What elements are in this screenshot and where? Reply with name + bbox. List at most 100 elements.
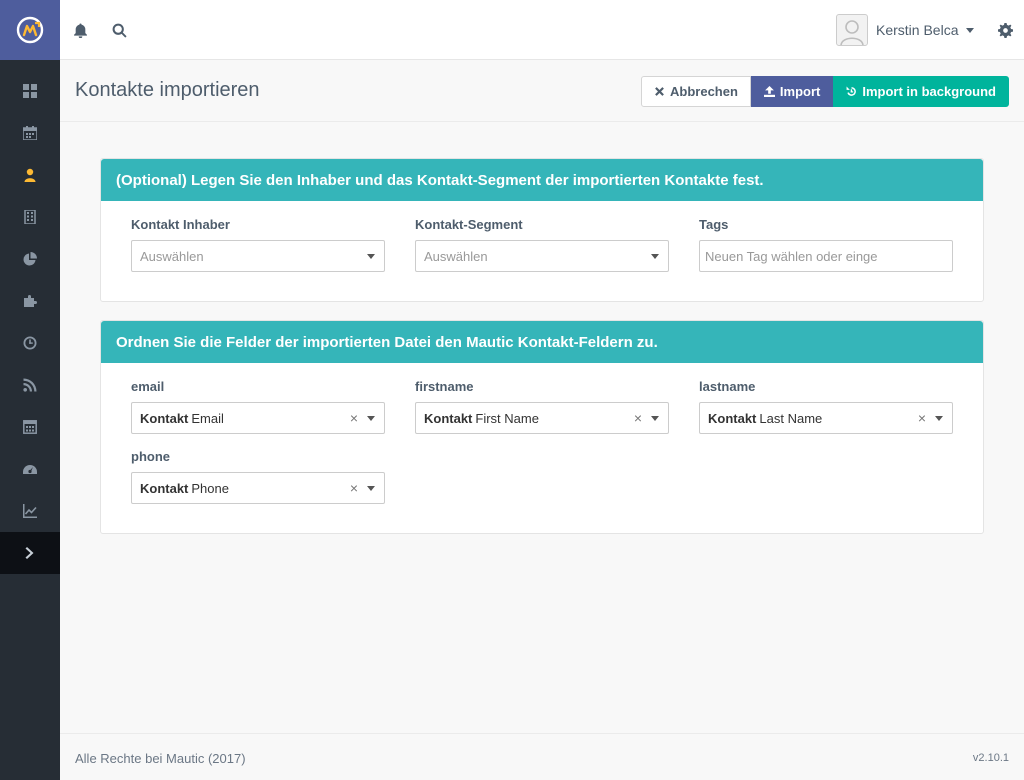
clock-icon [23, 336, 37, 350]
tags-input[interactable]: Neuen Tag wählen oder einge [699, 240, 953, 272]
puzzle-icon [24, 295, 37, 307]
sidebar-item-calendar[interactable] [0, 112, 60, 154]
owner-label: Kontakt Inhaber [131, 217, 230, 232]
sidebar-item-components[interactable] [0, 280, 60, 322]
notifications-button[interactable] [70, 20, 90, 40]
selected-value: Email [191, 410, 224, 426]
selected-value: First Name [475, 410, 539, 426]
sidebar-item-history[interactable] [0, 322, 60, 364]
option-group: Kontakt [140, 480, 189, 496]
sidebar-item-stats[interactable] [0, 490, 60, 532]
dropdown-arrow-icon [651, 416, 659, 421]
clear-icon[interactable]: × [350, 411, 358, 425]
close-icon [655, 87, 664, 96]
search-icon [112, 23, 127, 38]
dropdown-arrow-icon [935, 416, 943, 421]
footer-copyright: Alle Rechte bei Mautic (2017) [75, 751, 246, 766]
dashboard-icon [23, 84, 37, 98]
option-group: Kontakt [140, 410, 189, 426]
mapping-select-firstname[interactable]: Kontakt First Name × [415, 402, 669, 434]
chevron-right-icon [25, 547, 34, 559]
sidebar-item-contacts[interactable] [0, 154, 60, 196]
sidebar-item-dashboard[interactable] [0, 70, 60, 112]
avatar-placeholder-icon [840, 20, 864, 45]
gear-icon [997, 22, 1013, 38]
history-icon [846, 86, 857, 96]
sidebar-item-reports[interactable] [0, 238, 60, 280]
sidebar-item-channels[interactable] [0, 364, 60, 406]
cancel-button-label: Abbrechen [670, 84, 738, 99]
mapping-select-email[interactable]: Kontakt Email × [131, 402, 385, 434]
tags-field: Tags Neuen Tag wählen oder einge [699, 217, 953, 272]
tags-placeholder: Neuen Tag wählen oder einge [705, 248, 878, 264]
dropdown-arrow-icon [651, 254, 659, 259]
mapping-field-email: email Kontakt Email × [131, 379, 385, 434]
segment-label: Kontakt-Segment [415, 217, 523, 232]
sidebar-item-points[interactable] [0, 448, 60, 490]
cancel-button[interactable]: Abbrechen [641, 76, 751, 107]
avatar [836, 14, 868, 46]
sidebar-nav [0, 60, 60, 574]
mapping-field-firstname: firstname Kontakt First Name × [415, 379, 669, 434]
user-icon [24, 168, 36, 182]
mautic-logo-icon [16, 16, 44, 44]
owner-placeholder: Auswählen [140, 248, 204, 264]
dropdown-arrow-icon [367, 416, 375, 421]
page-header: Kontakte importieren Abbrechen Import Im… [60, 60, 1024, 122]
dropdown-arrow-icon [367, 486, 375, 491]
clear-icon[interactable]: × [350, 481, 358, 495]
search-button[interactable] [109, 20, 129, 40]
sidebar-item-companies[interactable] [0, 196, 60, 238]
mapping-select-lastname[interactable]: Kontakt Last Name × [699, 402, 953, 434]
dropdown-arrow-icon [367, 254, 375, 259]
segment-field: Kontakt-Segment Auswählen [415, 217, 669, 272]
clear-icon[interactable]: × [918, 411, 926, 425]
import-button-label: Import [779, 84, 821, 99]
owner-panel-heading: (Optional) Legen Sie den Inhaber und das… [101, 159, 983, 201]
building-icon [24, 210, 36, 224]
sidebar [0, 0, 60, 780]
selected-value: Last Name [759, 410, 823, 426]
footer: Alle Rechte bei Mautic (2017) v2.10.1 [60, 733, 1024, 780]
segment-placeholder: Auswählen [424, 248, 488, 264]
bell-icon [73, 23, 87, 38]
mapping-field-lastname: lastname Kontakt Last Name × [699, 379, 953, 434]
option-group: Kontakt [424, 410, 473, 426]
caret-down-icon [966, 27, 975, 33]
gauge-icon [23, 465, 37, 474]
sidebar-item-calculator[interactable] [0, 406, 60, 448]
owner-select[interactable]: Auswählen [131, 240, 385, 272]
user-name: Kerstin Belca [876, 22, 959, 38]
tags-label: Tags [699, 217, 729, 232]
owner-segment-panel: (Optional) Legen Sie den Inhaber und das… [100, 158, 984, 302]
mapping-field-phone: phone Kontakt Phone × [131, 449, 385, 504]
mapping-select-phone[interactable]: Kontakt Phone × [131, 472, 385, 504]
mapping-panel-heading: Ordnen Sie die Felder der importierten D… [101, 321, 983, 363]
import-background-button-label: Import in background [862, 84, 996, 99]
option-group: Kontakt [708, 410, 757, 426]
calculator-icon [23, 420, 37, 434]
user-menu[interactable]: Kerstin Belca [836, 14, 975, 46]
line-chart-icon [23, 504, 37, 518]
field-mapping-panel: Ordnen Sie die Felder der importierten D… [100, 320, 984, 534]
footer-version: v2.10.1 [972, 752, 1009, 764]
calendar-icon [23, 126, 37, 140]
rss-icon [23, 378, 37, 392]
selected-value: Phone [191, 480, 229, 496]
pie-chart-icon [23, 252, 37, 266]
page-title: Kontakte importieren [75, 79, 260, 101]
owner-field: Kontakt Inhaber Auswählen [131, 217, 385, 272]
clear-icon[interactable]: × [634, 411, 642, 425]
settings-button[interactable] [995, 20, 1015, 40]
import-button[interactable]: Import [750, 76, 834, 107]
mapping-label-phone: phone [131, 449, 170, 464]
topbar: Kerstin Belca [60, 0, 1024, 60]
mapping-label-email: email [131, 379, 165, 394]
mapping-label-firstname: firstname [415, 379, 474, 394]
mapping-label-lastname: lastname [699, 379, 756, 394]
header-button-group: Abbrechen Import Import in background [641, 76, 1009, 107]
import-background-button[interactable]: Import in background [833, 76, 1009, 107]
sidebar-toggle[interactable] [0, 532, 60, 574]
mautic-logo[interactable] [0, 0, 60, 60]
segment-select[interactable]: Auswählen [415, 240, 669, 272]
